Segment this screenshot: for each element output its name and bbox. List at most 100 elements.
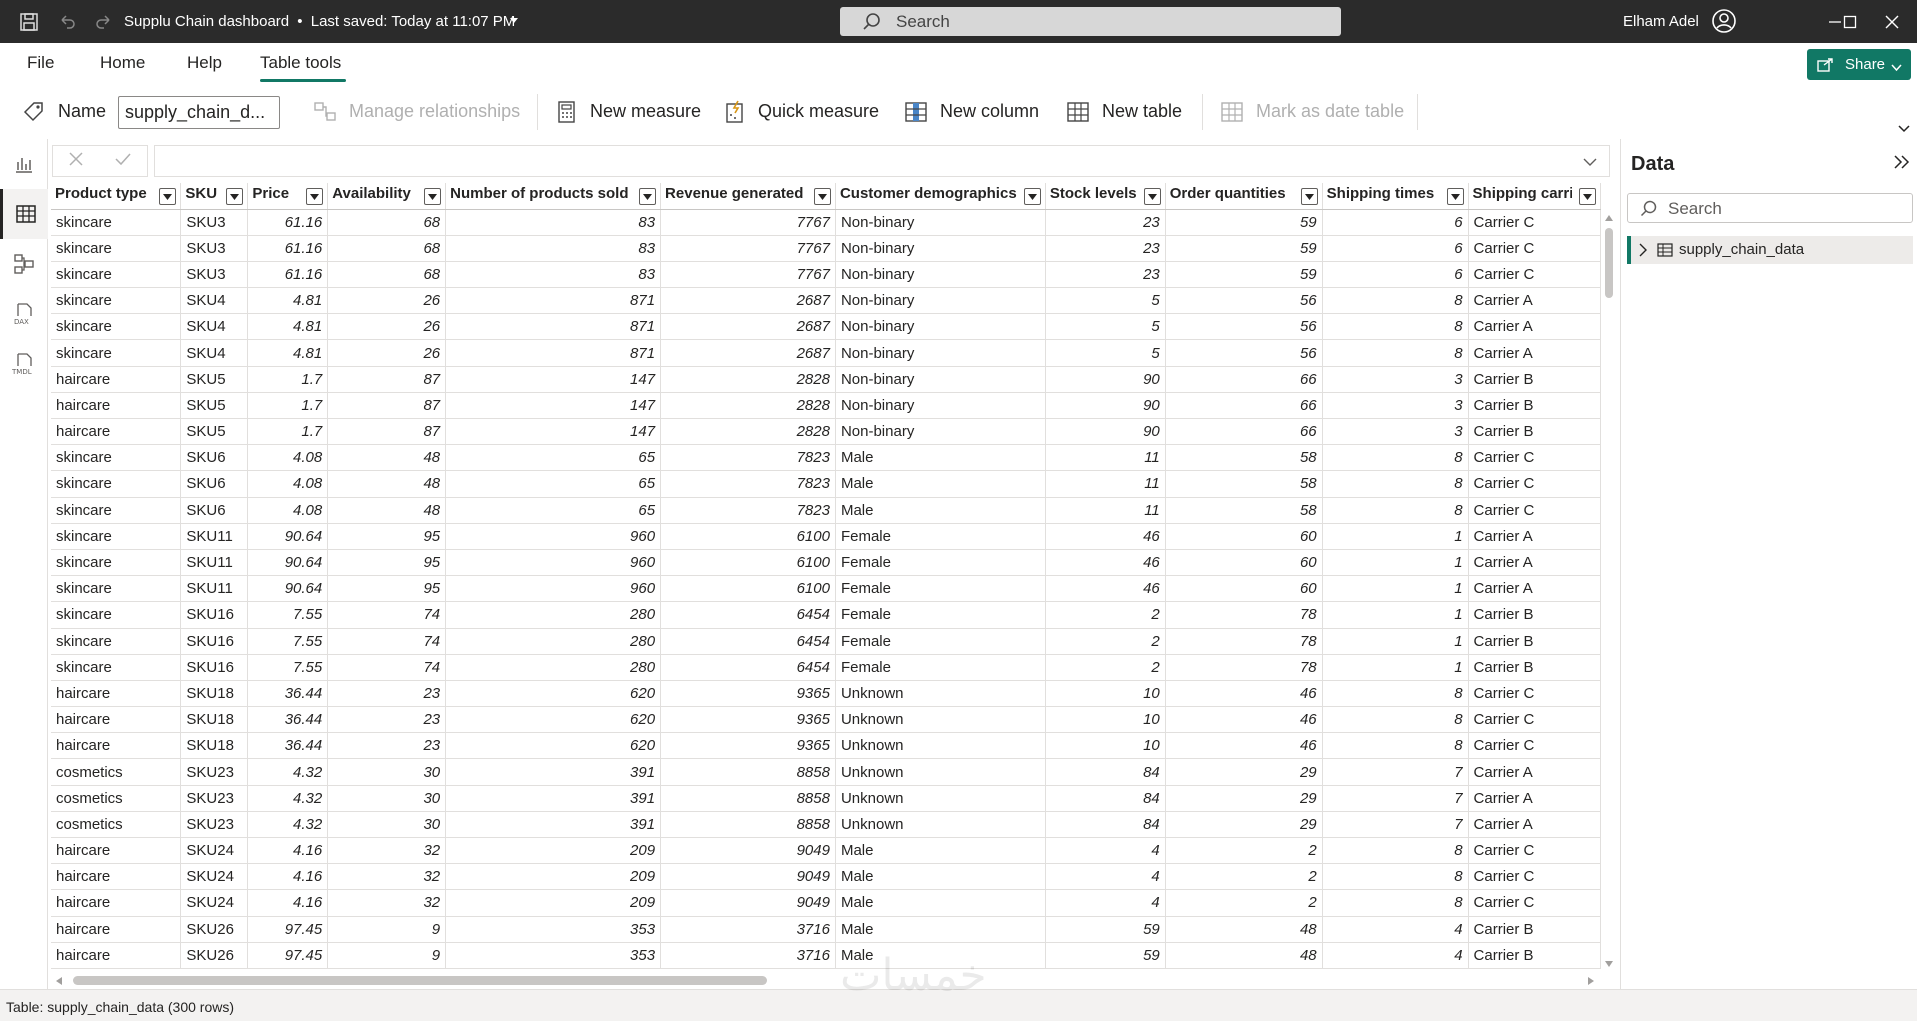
new-column-button[interactable]: New column [904, 84, 1039, 139]
table-cell[interactable]: 10 [1045, 680, 1166, 708]
column-header[interactable]: Revenue generated [660, 183, 836, 210]
menu-table-tools[interactable]: Table tools [260, 53, 341, 73]
table-cell[interactable]: 8 [1322, 863, 1469, 891]
table-cell[interactable]: 7.55 [247, 601, 329, 629]
table-cell[interactable]: 871 [445, 339, 662, 367]
table-cell[interactable]: 87 [327, 418, 447, 446]
table-cell[interactable]: 61.16 [247, 235, 329, 262]
table-cell[interactable]: Male [835, 837, 1046, 865]
table-cell[interactable]: 29 [1165, 811, 1323, 839]
table-cell[interactable]: skincare [51, 523, 182, 550]
table-cell[interactable]: 48 [1165, 916, 1323, 943]
table-cell[interactable]: 26 [327, 287, 447, 315]
table-cell[interactable]: Non-binary [835, 339, 1046, 367]
table-cell[interactable]: 1.7 [247, 366, 329, 393]
table-cell[interactable]: 1 [1322, 601, 1469, 629]
table-cell[interactable]: 4.32 [247, 811, 329, 839]
dax-query-view-button[interactable]: DAX [0, 289, 48, 339]
table-cell[interactable]: cosmetics [51, 811, 182, 839]
table-row[interactable]: skincare SKU11 90.64 95 960 6100 Female 46 60 1 Ca… [51, 575, 1601, 603]
table-cell[interactable]: Non-binary [835, 313, 1046, 341]
table-row[interactable]: skincare SKU16 7.55 74 280 6454 Female 2 78 1 Carr… [51, 601, 1601, 629]
table-cell[interactable]: 1 [1322, 628, 1469, 655]
table-cell[interactable]: 90 [1045, 392, 1166, 420]
table-cell[interactable]: 10 [1045, 732, 1166, 760]
table-cell[interactable]: 4.81 [247, 313, 329, 341]
maximize-icon[interactable] [1836, 8, 1864, 36]
filter-dropdown-icon[interactable] [159, 188, 177, 205]
column-header[interactable]: Shipping times [1322, 183, 1469, 210]
table-cell[interactable]: 60 [1165, 549, 1323, 577]
table-cell[interactable]: 78 [1165, 628, 1323, 655]
table-cell[interactable]: Carrier B [1468, 628, 1601, 655]
table-cell[interactable]: 4.08 [247, 444, 329, 472]
table-cell[interactable]: SKU23 [180, 758, 249, 786]
table-cell[interactable]: SKU5 [180, 366, 249, 393]
table-cell[interactable]: 23 [1045, 261, 1166, 289]
table-cell[interactable]: 68 [327, 235, 447, 262]
table-cell[interactable]: SKU16 [180, 654, 249, 681]
table-cell[interactable]: 9365 [660, 706, 836, 734]
table-cell[interactable]: 68 [327, 261, 447, 289]
table-cell[interactable]: Carrier C [1468, 706, 1601, 734]
filter-dropdown-icon[interactable] [1446, 188, 1464, 205]
table-cell[interactable]: SKU11 [180, 549, 249, 577]
table-cell[interactable]: Carrier A [1468, 758, 1601, 786]
table-cell[interactable]: Non-binary [835, 261, 1046, 289]
table-cell[interactable]: 11 [1045, 470, 1166, 498]
table-cell[interactable]: 90.64 [247, 575, 329, 603]
table-cell[interactable]: 353 [445, 916, 662, 943]
table-cell[interactable]: Carrier C [1468, 235, 1601, 262]
table-cell[interactable]: 2 [1165, 889, 1323, 917]
table-cell[interactable]: SKU16 [180, 628, 249, 655]
table-cell[interactable]: Carrier C [1468, 863, 1601, 891]
table-cell[interactable]: skincare [51, 575, 182, 603]
table-cell[interactable]: Carrier A [1468, 811, 1601, 839]
table-cell[interactable]: SKU11 [180, 523, 249, 550]
table-cell[interactable]: 23 [327, 680, 447, 708]
table-cell[interactable]: 36.44 [247, 732, 329, 760]
table-cell[interactable]: SKU11 [180, 575, 249, 603]
table-cell[interactable]: skincare [51, 654, 182, 681]
table-cell[interactable]: Unknown [835, 706, 1046, 734]
table-cell[interactable]: 2687 [660, 287, 836, 315]
table-cell[interactable]: 391 [445, 785, 662, 812]
table-cell[interactable]: 280 [445, 601, 662, 629]
table-cell[interactable]: Non-binary [835, 366, 1046, 393]
table-cell[interactable]: 7767 [660, 209, 836, 236]
table-cell[interactable]: 66 [1165, 392, 1323, 420]
table-cell[interactable]: haircare [51, 366, 182, 393]
table-cell[interactable]: haircare [51, 837, 182, 865]
table-row[interactable]: skincare SKU11 90.64 95 960 6100 Female 46 60 1 Ca… [51, 549, 1601, 577]
table-cell[interactable]: haircare [51, 418, 182, 446]
column-header[interactable]: Customer demographics [835, 183, 1046, 210]
undo-icon[interactable] [55, 10, 79, 34]
table-cell[interactable]: SKU24 [180, 837, 249, 865]
table-cell[interactable]: Non-binary [835, 418, 1046, 446]
table-cell[interactable]: SKU23 [180, 785, 249, 812]
table-cell[interactable]: 960 [445, 575, 662, 603]
redo-icon[interactable] [92, 10, 116, 34]
table-cell[interactable]: 23 [327, 732, 447, 760]
table-cell[interactable]: skincare [51, 235, 182, 262]
table-cell[interactable]: skincare [51, 497, 182, 524]
chevron-down-icon[interactable] [1583, 154, 1597, 172]
table-cell[interactable]: 7.55 [247, 628, 329, 655]
table-cell[interactable]: Male [835, 863, 1046, 891]
table-cell[interactable]: 5 [1045, 339, 1166, 367]
vertical-scrollbar[interactable] [1601, 210, 1617, 972]
model-view-button[interactable] [0, 239, 48, 289]
table-row[interactable]: skincare SKU11 90.64 95 960 6100 Female 46 60 1 Ca… [51, 523, 1601, 550]
table-cell[interactable]: Carrier C [1468, 889, 1601, 917]
table-cell[interactable]: skincare [51, 601, 182, 629]
table-row[interactable]: haircare SKU26 97.45 9 353 3716 Male 59 48 4 Carri… [51, 942, 1601, 969]
table-cell[interactable]: SKU3 [180, 209, 249, 236]
table-cell[interactable]: 2828 [660, 418, 836, 446]
table-cell[interactable]: skincare [51, 339, 182, 367]
table-cell[interactable]: 7823 [660, 497, 836, 524]
save-icon[interactable] [17, 10, 41, 34]
filter-dropdown-icon[interactable] [424, 188, 442, 205]
table-cell[interactable]: 7.55 [247, 654, 329, 681]
table-cell[interactable]: 6100 [660, 575, 836, 603]
table-cell[interactable]: 1 [1322, 549, 1469, 577]
